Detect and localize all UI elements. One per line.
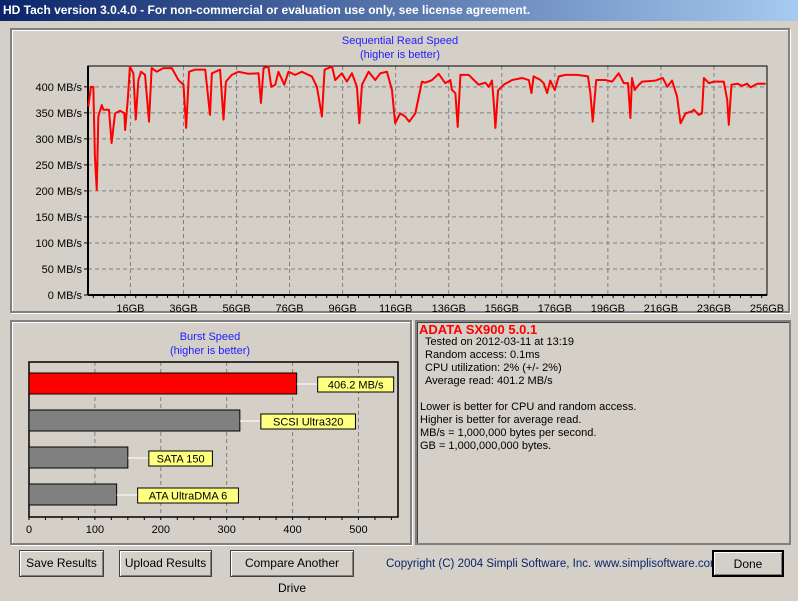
x-tick-label: 156GB: [485, 303, 519, 315]
read-speed-line: [87, 65, 766, 191]
x-tick-label: 76GB: [276, 303, 304, 315]
burst-x-tick-label: 200: [152, 524, 170, 536]
charts-canvas: 0 MB/s 50 MB/s 100 MB/s 150 MB/s 200 MB/s 250…: [26, 65, 784, 536]
burst-label: SATA 150: [157, 454, 205, 466]
plot-frame: [87, 65, 768, 296]
done-button[interactable]: Done: [712, 550, 784, 577]
x-tick-label: 36GB: [169, 303, 197, 315]
x-tick-label: 196GB: [591, 303, 625, 315]
y-tick-label: 100 MB/s: [36, 238, 83, 250]
y-tick-label: 50 MB/s: [42, 264, 83, 276]
y-tick-label: 350 MB/s: [36, 108, 83, 120]
x-tick-label: 56GB: [222, 303, 250, 315]
y-tick-label: 250 MB/s: [36, 160, 83, 172]
y-tick-label: 400 MB/s: [36, 82, 83, 94]
burst-bar: [28, 409, 241, 432]
burst-bar: [28, 483, 118, 506]
save-results-button[interactable]: Save Results: [19, 550, 104, 577]
y-tick-label: 0 MB/s: [48, 290, 83, 302]
burst-x-tick-label: 500: [349, 524, 367, 536]
burst-label: SCSI Ultra320: [273, 417, 343, 429]
burst-x-tick-label: 0: [26, 524, 32, 536]
x-tick-label: 96GB: [329, 303, 357, 315]
x-tick-label: 256GB: [750, 303, 784, 315]
x-tick-label: 236GB: [697, 303, 731, 315]
burst-label: 406.2 MB/s: [328, 380, 384, 392]
y-tick-label: 150 MB/s: [36, 212, 83, 224]
y-tick-label: 300 MB/s: [36, 134, 83, 146]
burst-bar: [28, 446, 129, 469]
burst-label: ATA UltraDMA 6: [149, 491, 227, 503]
x-tick-label: 176GB: [538, 303, 572, 315]
compare-another-drive-button[interactable]: Compare Another Drive: [230, 550, 354, 595]
burst-x-tick-label: 300: [217, 524, 235, 536]
upload-results-button[interactable]: Upload Results: [119, 550, 212, 577]
burst-x-tick-label: 400: [283, 524, 301, 536]
burst-x-tick-label: 100: [86, 524, 104, 536]
x-tick-label: 136GB: [432, 303, 466, 315]
x-tick-label: 216GB: [644, 303, 678, 315]
burst-bar: [28, 372, 298, 395]
copyright-text: Copyright (C) 2004 Simpli Software, Inc.…: [386, 558, 720, 570]
x-tick-label: 116GB: [379, 303, 412, 315]
x-tick-label: 16GB: [116, 303, 144, 315]
y-tick-label: 200 MB/s: [36, 186, 83, 198]
